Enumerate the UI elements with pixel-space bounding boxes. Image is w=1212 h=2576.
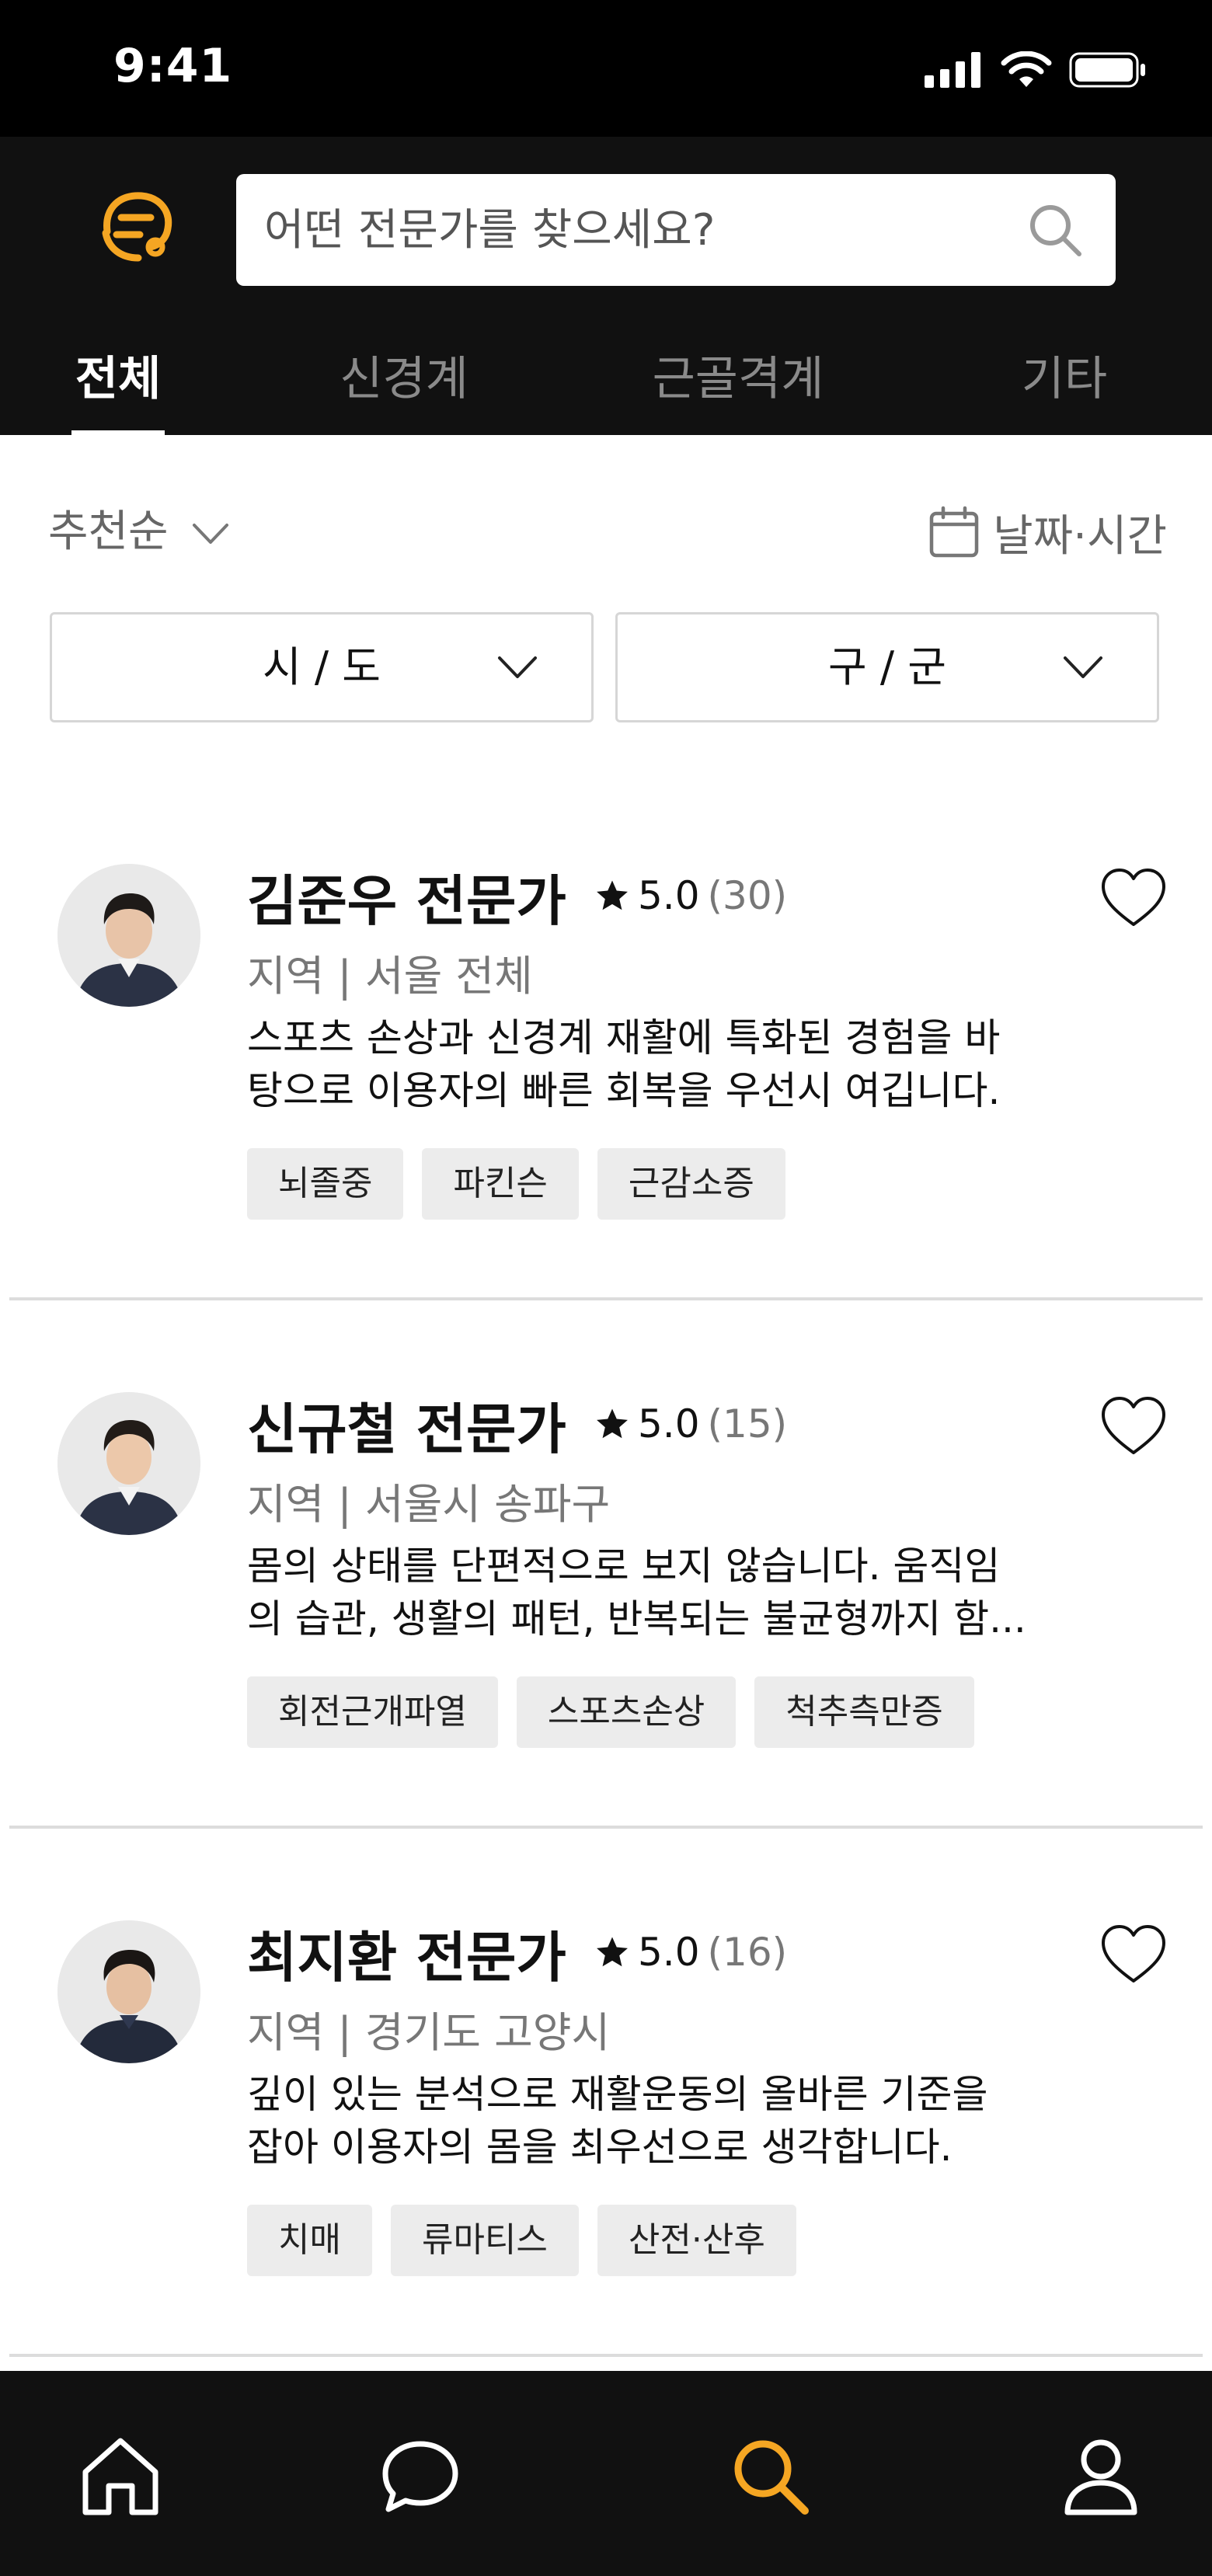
tag[interactable]: 척추측만증 xyxy=(754,1676,974,1748)
avatar-image xyxy=(57,1920,200,2063)
search-icon[interactable] xyxy=(727,2433,813,2519)
expert-region: 지역 | 서울시 송파구 xyxy=(247,1480,611,1529)
city-select[interactable]: 시 / 도 xyxy=(50,612,594,722)
date-time-label: 날짜·시간 xyxy=(993,510,1167,562)
sort-dropdown[interactable]: 추천순 xyxy=(48,497,169,567)
tab-musculoskeletal[interactable]: 근골격계 xyxy=(629,342,847,435)
divider xyxy=(9,1297,1203,1300)
search-box[interactable] xyxy=(236,174,1116,286)
signal-icon xyxy=(925,52,980,88)
sort-row: 추천순 날짜·시간 xyxy=(48,497,1167,567)
rating-score: 5.0 xyxy=(638,873,700,918)
star-icon xyxy=(597,880,628,910)
active-tab-indicator xyxy=(71,430,165,435)
expert-card[interactable]: 김준우 전문가 5.0 (30) 지역 | 서울 전체 스포츠 손상과 신경계 … xyxy=(0,864,1212,1392)
heart-icon[interactable] xyxy=(1099,1920,1168,1990)
calendar-icon xyxy=(929,506,979,558)
description-line: 의 습관, 생활의 패턴, 반복되는 불균형까지 함... xyxy=(247,1596,1026,1641)
tag[interactable]: 회전근개파열 xyxy=(247,1676,498,1748)
expert-description: 몸의 상태를 단편적으로 보지 않습니다. 움직임 의 습관, 생활의 패턴, … xyxy=(247,1540,1071,1645)
avatar xyxy=(57,864,200,1007)
tag-list: 치매 류마티스 산전·산후 xyxy=(247,2205,796,2276)
logo-icon[interactable] xyxy=(90,183,183,269)
chevron-down-icon xyxy=(498,656,537,678)
category-tabs: 전체 신경계 근골격계 기타 xyxy=(0,342,1212,435)
star-icon xyxy=(597,1408,628,1439)
expert-description: 깊이 있는 분석으로 재활운동의 올바른 기준을 잡아 이용자의 몸을 최우선으… xyxy=(247,2068,1071,2174)
avatar xyxy=(57,1920,200,2063)
divider xyxy=(9,2354,1203,2357)
heart-icon[interactable] xyxy=(1099,864,1168,934)
star-icon xyxy=(597,1937,628,1967)
rating: 5.0 (15) xyxy=(594,1401,787,1446)
status-time: 9:41 xyxy=(113,39,233,93)
description-line: 깊이 있는 분석으로 재활운동의 올바른 기준을 xyxy=(247,2072,988,2117)
expert-card[interactable]: 신규철 전문가 5.0 (15) 지역 | 서울시 송파구 몸의 상태를 단편적… xyxy=(0,1392,1212,1920)
description-line: 스포츠 손상과 신경계 재활에 특화된 경험을 바 xyxy=(247,1015,1001,1060)
review-count: (16) xyxy=(707,1930,788,1975)
heart-icon[interactable] xyxy=(1099,1392,1168,1462)
date-time-button[interactable]: 날짜·시간 xyxy=(928,497,1167,567)
expert-name[interactable]: 최지환 전문가 xyxy=(247,1914,566,1993)
expert-card[interactable]: 최지환 전문가 5.0 (16) 지역 | 경기도 고양시 깊이 있는 분석으로… xyxy=(0,1920,1212,2449)
district-select[interactable]: 구 / 군 xyxy=(615,612,1159,722)
rating: 5.0 (16) xyxy=(594,1930,787,1975)
search-icon[interactable] xyxy=(1027,202,1083,258)
description-line: 잡아 이용자의 몸을 최우선으로 생각합니다. xyxy=(247,2125,953,2170)
status-icons xyxy=(925,51,1147,89)
tag[interactable]: 산전·산후 xyxy=(597,2205,796,2276)
tab-etc[interactable]: 기타 xyxy=(1002,342,1127,435)
expert-name[interactable]: 김준우 전문가 xyxy=(247,858,566,936)
tab-all[interactable]: 전체 xyxy=(56,342,180,435)
review-count: (15) xyxy=(707,1401,788,1446)
avatar-image xyxy=(57,864,200,1007)
avatar xyxy=(57,1392,200,1535)
wifi-icon xyxy=(1001,51,1052,87)
tag[interactable]: 근감소증 xyxy=(597,1148,785,1220)
tag[interactable]: 류마티스 xyxy=(390,2205,579,2276)
expert-region: 지역 | 서울 전체 xyxy=(247,952,533,1001)
chevron-down-icon xyxy=(1064,656,1102,678)
home-icon[interactable] xyxy=(78,2433,163,2519)
chevron-down-icon[interactable] xyxy=(191,519,230,550)
divider xyxy=(9,1826,1203,1829)
description-line: 탕으로 이용자의 빠른 회복을 우선시 여깁니다. xyxy=(247,1068,1001,1113)
avatar-image xyxy=(57,1392,200,1535)
profile-icon[interactable] xyxy=(1058,2433,1144,2519)
tag-list: 뇌졸중 파킨슨 근감소증 xyxy=(247,1148,785,1220)
tag-list: 회전근개파열 스포츠손상 척추측만증 xyxy=(247,1676,974,1748)
tag[interactable]: 뇌졸중 xyxy=(247,1148,404,1220)
tag[interactable]: 파킨슨 xyxy=(422,1148,579,1220)
expert-region: 지역 | 경기도 고양시 xyxy=(247,2008,611,2057)
bottom-nav xyxy=(0,2371,1212,2576)
expert-name[interactable]: 신규철 전문가 xyxy=(247,1386,566,1464)
tag[interactable]: 스포츠손상 xyxy=(516,1676,737,1748)
description-line: 몸의 상태를 단편적으로 보지 않습니다. 움직임 xyxy=(247,1544,1001,1589)
rating-score: 5.0 xyxy=(638,1930,700,1975)
tag[interactable]: 치매 xyxy=(247,2205,372,2276)
expert-description: 스포츠 손상과 신경계 재활에 특화된 경험을 바 탕으로 이용자의 빠른 회복… xyxy=(247,1011,1071,1117)
rating: 5.0 (30) xyxy=(594,873,787,918)
status-bar: 9:41 xyxy=(0,0,1212,137)
header: 전체 신경계 근골격계 기타 xyxy=(0,137,1212,435)
chat-icon[interactable] xyxy=(378,2433,463,2519)
review-count: (30) xyxy=(707,873,788,918)
battery-icon xyxy=(1069,52,1145,88)
tab-neuro[interactable]: 신경계 xyxy=(319,342,489,435)
rating-score: 5.0 xyxy=(638,1401,700,1446)
search-input[interactable] xyxy=(264,174,994,286)
